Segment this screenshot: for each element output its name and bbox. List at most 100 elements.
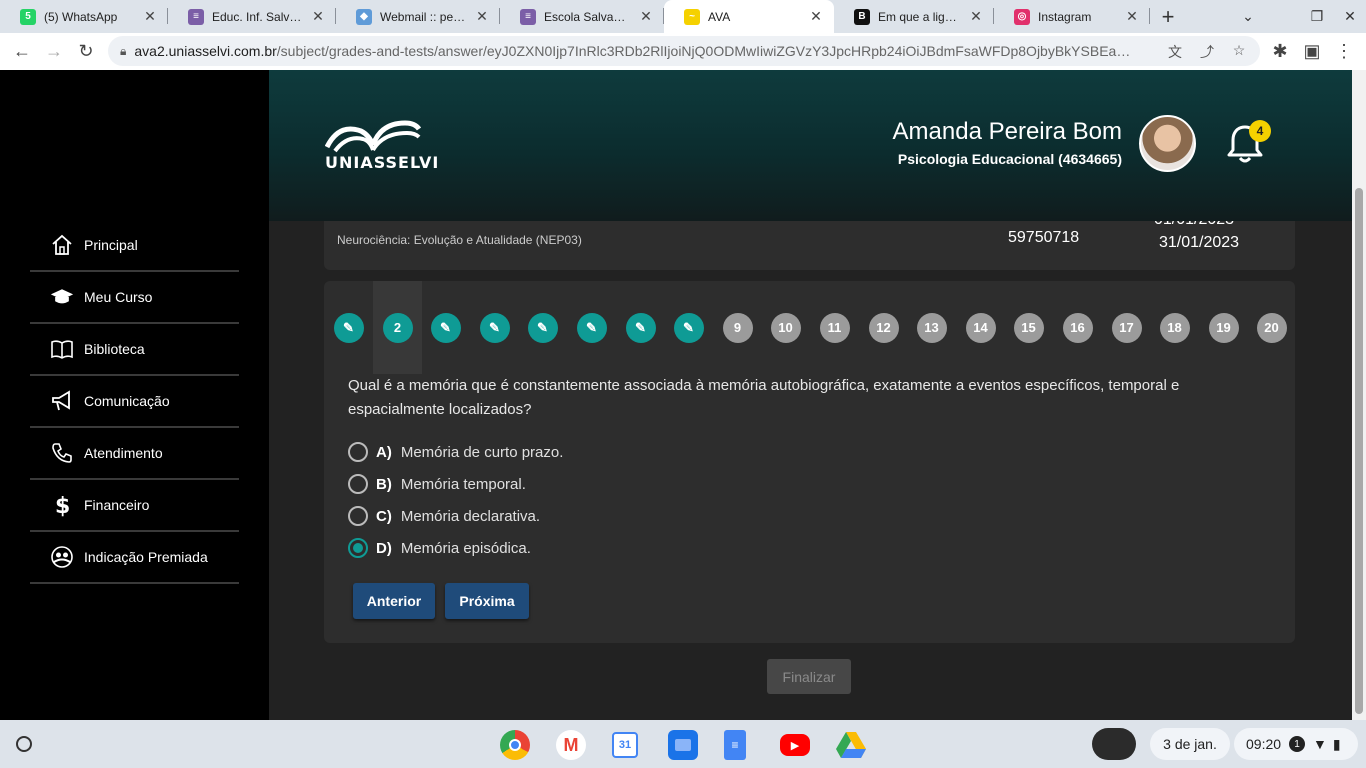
radio-button[interactable]: [348, 442, 368, 462]
sidebar-item-comunicação[interactable]: Comunicação: [30, 376, 239, 428]
radio-button[interactable]: [348, 474, 368, 494]
avatar[interactable]: [1139, 115, 1196, 172]
answer-option[interactable]: D) Memória episódica.: [348, 532, 563, 564]
radio-button[interactable]: [348, 538, 368, 558]
finish-button[interactable]: Finalizar: [767, 659, 851, 694]
date-pill[interactable]: 3 de jan.: [1150, 728, 1230, 760]
question-nav-item[interactable]: 15: [1004, 281, 1053, 374]
browser-tab[interactable]: ◆ Webmail :: pedagogia ✕: [336, 0, 500, 33]
question-nav-item[interactable]: 14: [956, 281, 1005, 374]
sidebar-item-principal[interactable]: Principal: [30, 220, 239, 272]
radio-button[interactable]: [348, 506, 368, 526]
google-drive-icon[interactable]: [836, 730, 866, 760]
tab-close-icon[interactable]: ✕: [474, 8, 490, 25]
tab-close-icon[interactable]: ✕: [142, 8, 158, 25]
question-nav-item[interactable]: ✎: [616, 281, 665, 374]
tab-close-icon[interactable]: ✕: [638, 8, 654, 25]
restore-window-icon[interactable]: ❐: [1300, 0, 1334, 33]
url-field[interactable]: 🔒︎ ava2.uniasselvi.com.br /subject/grade…: [108, 36, 1260, 66]
tab-title: Em que a ligação: [878, 9, 962, 24]
option-text: Memória temporal.: [400, 475, 526, 493]
tab-close-icon[interactable]: ✕: [310, 8, 326, 25]
chrome-icon[interactable]: [500, 730, 530, 760]
url-path: /subject/grades-and-tests/answer/eyJ0ZXN…: [276, 43, 1137, 59]
option-text: Memória episódica.: [400, 539, 531, 557]
question-nav-item[interactable]: 9: [713, 281, 762, 374]
question-nav-item[interactable]: 12: [859, 281, 908, 374]
option-letter: D): [376, 539, 392, 557]
extensions-icon[interactable]: ✱: [1264, 36, 1296, 68]
screen-capture-icon[interactable]: [1092, 728, 1136, 760]
back-arrow-icon[interactable]: ←: [6, 36, 38, 68]
translate-icon[interactable]: 文: [1166, 42, 1184, 60]
tab-close-icon[interactable]: ✕: [808, 8, 824, 25]
reload-icon[interactable]: ↻: [70, 36, 102, 68]
tab-close-icon[interactable]: ✕: [1124, 8, 1140, 25]
browser-tab[interactable]: 5 (5) WhatsApp ✕: [0, 0, 168, 33]
sidebar-menu: Principal Meu Curso Biblioteca Comunicação A…: [30, 220, 239, 584]
question-number: 14: [965, 312, 996, 343]
side-panel-icon[interactable]: ▣: [1296, 36, 1328, 68]
question-nav-item[interactable]: 10: [761, 281, 810, 374]
question-nav-item[interactable]: 20: [1247, 281, 1296, 374]
tab-close-icon[interactable]: ✕: [968, 8, 984, 25]
files-icon[interactable]: [668, 730, 698, 760]
page-header: UNIASSELVI Amanda Pereira Bom Psicologia…: [269, 70, 1352, 221]
sidebar-item-atendimento[interactable]: Atendimento: [30, 428, 239, 480]
question-nav-item[interactable]: 17: [1102, 281, 1151, 374]
launcher-icon[interactable]: [16, 736, 32, 752]
browser-tab[interactable]: B Em que a ligação ✕: [834, 0, 994, 33]
question-nav-item[interactable]: 18: [1150, 281, 1199, 374]
date-end: 31/01/2023: [1159, 234, 1240, 251]
question-nav-item[interactable]: ✎: [470, 281, 519, 374]
youtube-icon[interactable]: ▶: [780, 734, 810, 756]
question-nav-item[interactable]: ✎: [664, 281, 713, 374]
sidebar-item-biblioteca[interactable]: Biblioteca: [30, 324, 239, 376]
previous-button[interactable]: Anterior: [353, 583, 435, 619]
logo-text: UNIASSELVI: [325, 153, 440, 172]
sidebar-item-meu-curso[interactable]: Meu Curso: [30, 272, 239, 324]
answer-option[interactable]: C) Memória declarativa.: [348, 500, 563, 532]
option-text: Memória de curto prazo.: [400, 443, 564, 461]
subject-name: Neurociência: Evolução e Atualidade (NEP…: [337, 233, 582, 247]
forward-arrow-icon[interactable]: →: [38, 36, 70, 68]
question-nav-item[interactable]: 19: [1199, 281, 1248, 374]
people-icon: [50, 545, 74, 569]
page-scrollbar[interactable]: [1352, 70, 1366, 720]
bookmark-star-icon[interactable]: ☆: [1230, 42, 1248, 60]
question-nav-item[interactable]: 16: [1053, 281, 1102, 374]
browser-tab[interactable]: ~ AVA ✕: [664, 0, 834, 33]
notification-count: 1: [1289, 736, 1306, 752]
tab-search-icon[interactable]: ⌄: [1231, 0, 1265, 33]
evaluation-code: 59750718: [1008, 229, 1080, 246]
status-tray[interactable]: 09:20 1 ▼ ▮: [1234, 728, 1358, 760]
dollar-icon: $: [50, 493, 74, 517]
next-button[interactable]: Próxima: [445, 583, 529, 619]
scrollbar-thumb[interactable]: [1355, 188, 1363, 714]
close-window-icon[interactable]: ✕: [1333, 0, 1366, 33]
question-nav-item[interactable]: 11: [810, 281, 859, 374]
sidebar-item-indicação-premiada[interactable]: Indicação Premiada: [30, 532, 239, 584]
browser-tab[interactable]: ≡ Escola Salvador Jr. ✕: [500, 0, 664, 33]
answer-option[interactable]: A) Memória de curto prazo.: [348, 436, 563, 468]
sidebar-item-financeiro[interactable]: $ Financeiro: [30, 480, 239, 532]
question-nav-item[interactable]: ✎: [567, 281, 616, 374]
tab-title: AVA: [708, 9, 731, 24]
question-nav-item[interactable]: ✎: [518, 281, 567, 374]
share-icon[interactable]: ⤴: [1198, 42, 1216, 60]
gmail-icon[interactable]: M: [556, 730, 586, 760]
docs-icon[interactable]: ≡: [724, 730, 746, 760]
option-letter: A): [376, 443, 392, 461]
question-nav-item[interactable]: 2: [373, 281, 422, 374]
browser-tab[interactable]: ◎ Instagram ✕: [994, 0, 1150, 33]
question-nav-item[interactable]: ✎: [421, 281, 470, 374]
answer-option[interactable]: B) Memória temporal.: [348, 468, 563, 500]
question-number: 12: [868, 312, 899, 343]
calendar-icon[interactable]: 31: [612, 732, 638, 758]
question-nav-item[interactable]: 13: [907, 281, 956, 374]
browser-menu-icon[interactable]: ⋮: [1328, 36, 1360, 68]
browser-tab[interactable]: ≡ Educ. Inf. Salvador ✕: [168, 0, 336, 33]
new-tab-button[interactable]: +: [1150, 0, 1186, 33]
question-nav-item[interactable]: ✎: [324, 281, 373, 374]
battery-icon: ▮: [1332, 735, 1341, 752]
